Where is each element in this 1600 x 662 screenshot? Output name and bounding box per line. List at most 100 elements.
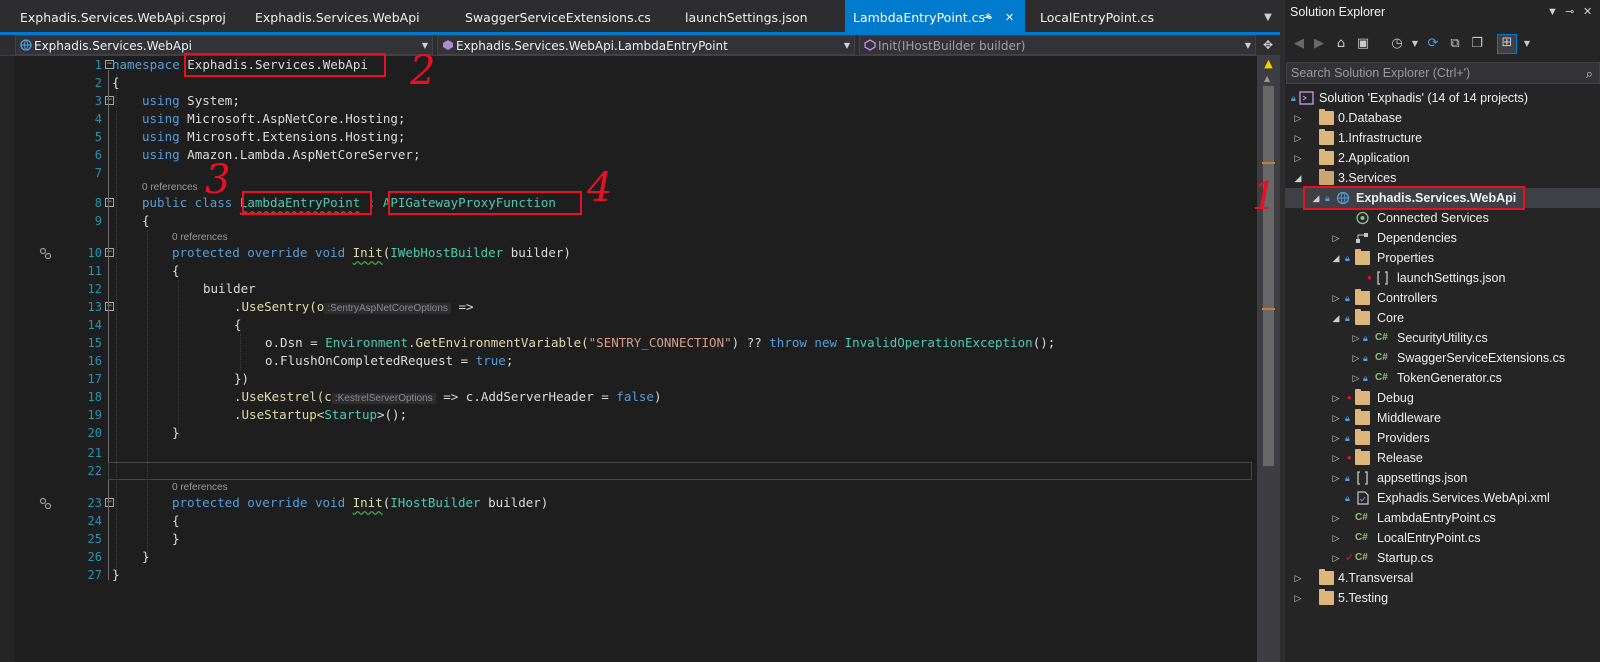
expand-arrow-icon[interactable]: ▷: [1293, 108, 1303, 128]
expand-arrow-icon[interactable]: ▷: [1331, 528, 1341, 548]
code-line-24: {: [172, 513, 180, 528]
code-lens-references[interactable]: 0 references: [172, 232, 228, 244]
tree-node-services[interactable]: ◢ 3.Services: [1285, 168, 1600, 188]
code-editor[interactable]: 1− 2 3− 4 5 6 7 8− 9 10− 11 12 13− 14 15…: [0, 51, 1257, 662]
properties-icon[interactable]: ⊞: [1497, 34, 1517, 54]
home-icon[interactable]: ⌂: [1333, 36, 1349, 52]
expand-arrow-icon[interactable]: ▷: [1331, 468, 1341, 488]
back-icon[interactable]: ◀: [1291, 36, 1307, 52]
folder-icon: [1319, 149, 1334, 165]
pin-icon[interactable]: ⊸: [983, 0, 992, 35]
code-text[interactable]: namespace Exphadis.Services.WebApi { usi…: [112, 56, 1252, 662]
tab-csproj[interactable]: Exphadis.Services.WebApi.csproj: [0, 0, 230, 35]
sync-icon[interactable]: ⟳: [1425, 36, 1441, 52]
tree-node-providers[interactable]: ▷ 🔒︎ Providers: [1285, 428, 1600, 448]
tree-node-controllers[interactable]: ▷ 🔒︎ Controllers: [1285, 288, 1600, 308]
tab-overflow-dropdown-icon[interactable]: ▼: [1256, 0, 1280, 35]
project-dropdown[interactable]: Exphadis.Services.WebApi ▼: [15, 35, 433, 55]
close-tab-icon[interactable]: ✕: [1005, 0, 1014, 35]
tree-node-security-utility[interactable]: ▷ 🔒︎ C# SecurityUtility.cs: [1285, 328, 1600, 348]
forward-icon[interactable]: ▶: [1311, 36, 1327, 52]
tree-node-token-generator[interactable]: ▷ 🔒︎ C# TokenGenerator.cs: [1285, 368, 1600, 388]
code-lens-references[interactable]: 0 references: [172, 482, 228, 494]
expand-arrow-icon[interactable]: ▷: [1351, 348, 1361, 368]
lock-icon: 🔒︎: [1345, 493, 1350, 503]
tab-swagger-service-extensions[interactable]: SwaggerServiceExtensions.cs: [445, 0, 665, 35]
error-dot-icon: ●: [1347, 393, 1352, 402]
search-icon[interactable]: ⌕: [1586, 64, 1593, 84]
expand-arrow-icon[interactable]: ▷: [1331, 408, 1341, 428]
chevron-down-icon[interactable]: ▼: [1547, 0, 1558, 25]
tree-node-transversal[interactable]: ▷ 4.Transversal: [1285, 568, 1600, 588]
chevron-down-icon[interactable]: ▼: [1407, 36, 1423, 52]
scrollbar-thumb[interactable]: [1263, 86, 1274, 466]
tree-node-launch-settings[interactable]: ● launchSettings.json: [1285, 268, 1600, 288]
tree-node-solution[interactable]: 🔒︎ Solution 'Exphadis' (14 of 14 project…: [1285, 88, 1600, 108]
close-icon[interactable]: ✕: [1583, 0, 1592, 25]
tree-node-local-entry-point[interactable]: ▷ C# LocalEntryPoint.cs: [1285, 528, 1600, 548]
inlay-type-hint: :SentryAspNetCoreOptions: [324, 303, 451, 314]
tree-node-infrastructure[interactable]: ▷ 1.Infrastructure: [1285, 128, 1600, 148]
expand-arrow-icon[interactable]: ▷: [1331, 448, 1341, 468]
pending-changes-filter-icon[interactable]: ◷: [1389, 36, 1405, 52]
tree-node-connected-services[interactable]: Connected Services: [1285, 208, 1600, 228]
expand-arrow-icon[interactable]: ▷: [1351, 368, 1361, 388]
expand-arrow-icon[interactable]: ▷: [1331, 388, 1341, 408]
tree-node-swagger-service-extensions[interactable]: ▷ 🔒︎ C# SwaggerServiceExtensions.cs: [1285, 348, 1600, 368]
switch-views-icon[interactable]: ▣: [1355, 36, 1371, 52]
collapse-arrow-icon[interactable]: ◢: [1331, 308, 1341, 328]
expand-arrow-icon[interactable]: ▷: [1331, 228, 1341, 248]
search-solution-explorer-input[interactable]: Search Solution Explorer (Ctrl+') ⌕: [1286, 62, 1600, 84]
warning-icon[interactable]: ▲: [1262, 57, 1275, 70]
expand-arrow-icon[interactable]: ▷: [1331, 508, 1341, 528]
tree-node-database[interactable]: ▷ 0.Database: [1285, 108, 1600, 128]
folder-icon: [1355, 289, 1370, 305]
line-number: 21: [87, 446, 102, 460]
tab-lambda-entry-point[interactable]: LambdaEntryPoint.cs* ⊸ ✕: [845, 0, 1025, 35]
tree-node-release[interactable]: ▷ ● Release: [1285, 448, 1600, 468]
expand-arrow-icon[interactable]: ▷: [1351, 328, 1361, 348]
tree-node-webapi-xml[interactable]: 🔒︎ Exphadis.Services.WebApi.xml: [1285, 488, 1600, 508]
tree-node-startup[interactable]: ▷ ✓ C# Startup.cs: [1285, 548, 1600, 568]
type-dropdown[interactable]: Exphadis.Services.WebApi.LambdaEntryPoin…: [437, 35, 855, 55]
tab-local-entry-point[interactable]: LocalEntryPoint.cs: [1020, 0, 1170, 35]
tree-node-application[interactable]: ▷ 2.Application: [1285, 148, 1600, 168]
collapse-arrow-icon[interactable]: ◢: [1293, 168, 1303, 188]
tab-launch-settings[interactable]: launchSettings.json: [665, 0, 835, 35]
annotation-box-project: [1303, 186, 1525, 210]
folder-open-icon: [1355, 309, 1370, 325]
expand-arrow-icon[interactable]: ▷: [1331, 288, 1341, 308]
code-lens-references[interactable]: 0 references: [142, 182, 198, 194]
tree-node-core[interactable]: ◢ 🔒︎ Core: [1285, 308, 1600, 328]
chevron-down-icon[interactable]: ▼: [1519, 36, 1535, 52]
editor-vertical-scrollbar[interactable]: ▲ ▲: [1257, 56, 1280, 662]
pin-icon[interactable]: ⊸: [1565, 0, 1574, 25]
expand-arrow-icon[interactable]: ▷: [1293, 128, 1303, 148]
collapse-all-icon[interactable]: ⧉: [1447, 36, 1463, 52]
tree-node-properties[interactable]: ◢ 🔒︎ Properties: [1285, 248, 1600, 268]
tree-node-debug[interactable]: ▷ ● Debug: [1285, 388, 1600, 408]
expand-arrow-icon[interactable]: ▷: [1293, 148, 1303, 168]
tree-node-middleware[interactable]: ▷ 🔒︎ Middleware: [1285, 408, 1600, 428]
split-window-icon[interactable]: ✥: [1256, 35, 1280, 56]
code-line-5: using Microsoft.Extensions.Hosting;: [142, 129, 406, 144]
tree-node-dependencies[interactable]: ▷ Dependencies: [1285, 228, 1600, 248]
tab-webapi-properties[interactable]: Exphadis.Services.WebApi: [235, 0, 435, 35]
line-number: 12: [87, 282, 102, 296]
scroll-up-icon[interactable]: ▲: [1264, 74, 1270, 83]
annotation-number-4: 4: [587, 165, 613, 211]
tree-node-lambda-entry-point[interactable]: ▷ C# LambdaEntryPoint.cs: [1285, 508, 1600, 528]
tree-node-appsettings[interactable]: ▷ 🔒︎ appsettings.json: [1285, 468, 1600, 488]
show-all-files-icon[interactable]: ❐: [1469, 36, 1485, 52]
folder-icon: [1355, 389, 1370, 405]
expand-arrow-icon[interactable]: ▷: [1331, 428, 1341, 448]
member-dropdown[interactable]: Init(IHostBuilder builder) ▼: [859, 35, 1256, 55]
collapse-arrow-icon[interactable]: ◢: [1331, 248, 1341, 268]
tree-node-testing[interactable]: ▷ 5.Testing: [1285, 588, 1600, 608]
xml-icon: [1357, 491, 1369, 505]
expand-arrow-icon[interactable]: ▷: [1293, 568, 1303, 588]
expand-arrow-icon[interactable]: ▷: [1331, 548, 1341, 568]
lock-icon: 🔒︎: [1345, 413, 1350, 423]
inlay-type-hint: :KestrelServerOptions: [331, 393, 436, 404]
expand-arrow-icon[interactable]: ▷: [1293, 588, 1303, 608]
